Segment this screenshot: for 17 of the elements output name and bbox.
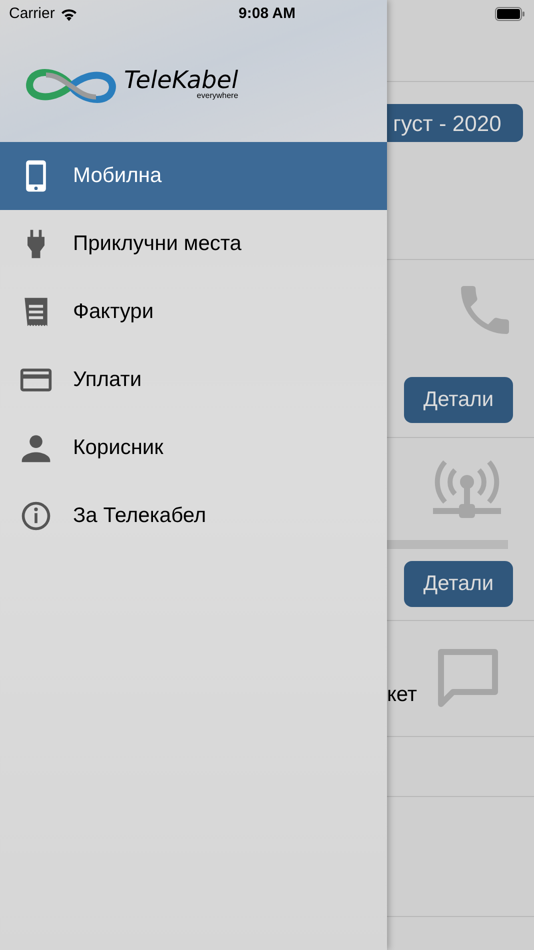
menu-item[interactable]: Уплати <box>0 346 387 414</box>
package-text: кет <box>387 682 418 708</box>
menu-item[interactable]: За Телекабел <box>0 482 387 550</box>
menu-item[interactable]: Корисник <box>0 414 387 482</box>
menu-item[interactable]: Мобилна <box>0 142 387 210</box>
period-pill[interactable]: густ - 2020 <box>387 104 523 142</box>
menu-item[interactable]: Фактури <box>0 278 387 346</box>
info-icon <box>19 499 53 533</box>
menu-item[interactable]: Приклучни места <box>0 210 387 278</box>
logo-tagline: everywhere <box>196 92 238 100</box>
details-button[interactable]: Детали <box>404 561 513 607</box>
details-button[interactable]: Детали <box>404 377 513 423</box>
status-time: 9:08 AM <box>238 4 296 24</box>
wifi-icon <box>60 8 78 20</box>
logo-wordmark: TeleKabel <box>124 68 238 92</box>
carrier-label: Carrier <box>9 4 55 24</box>
battery-icon <box>495 7 525 21</box>
